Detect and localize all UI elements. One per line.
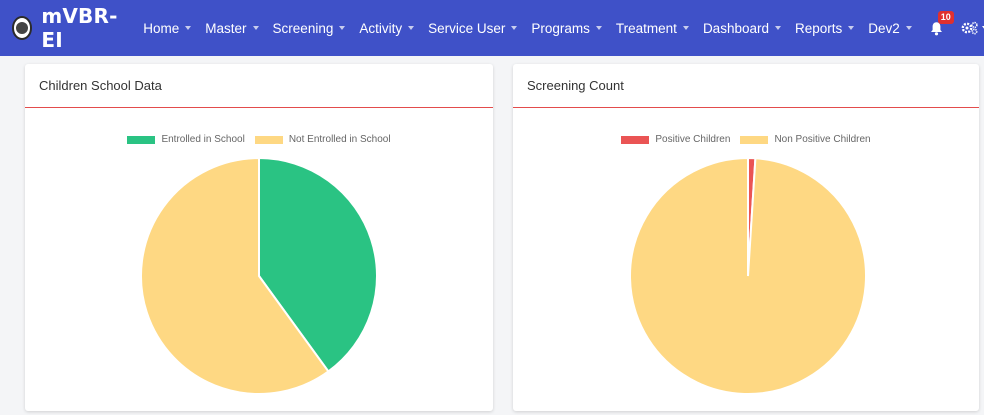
chevron-down-icon: [185, 26, 192, 30]
chevron-down-icon: [252, 26, 259, 30]
nav-treatment[interactable]: Treatment: [616, 21, 689, 36]
school-pie-chart: [140, 156, 378, 395]
nav-dev2-label: Dev2: [868, 20, 900, 36]
chevron-down-icon: [408, 26, 415, 30]
chevron-down-icon: [595, 26, 602, 30]
navbar-actions: 10: [926, 10, 984, 36]
nav-treatment-label: Treatment: [615, 20, 677, 36]
nav-activity-label: Activity: [359, 20, 403, 36]
screening-count-card: Screening Count Positive Children Non Po…: [513, 64, 979, 411]
nav-dashboard[interactable]: Dashboard: [703, 21, 781, 36]
notifications-button[interactable]: 10: [930, 10, 954, 36]
nav-home[interactable]: Home: [143, 20, 192, 36]
nav-service-user[interactable]: Service User: [428, 20, 518, 36]
nav-master[interactable]: Master: [205, 20, 259, 36]
nav-dev2[interactable]: Dev2: [868, 21, 912, 36]
brand-link[interactable]: mVBR-EI: [12, 4, 121, 52]
nav-reports[interactable]: Reports: [794, 20, 855, 36]
screening-pie-chart: [629, 156, 867, 395]
children-school-data-card: Children School Data Entrolled in School…: [25, 64, 493, 411]
nav-home-label: Home: [143, 20, 180, 36]
gear-icon: [961, 21, 978, 35]
settings-menu-button[interactable]: [961, 21, 984, 35]
nav-screening-label: Screening: [272, 20, 334, 36]
brand-name: mVBR-EI: [41, 4, 118, 52]
pie-slice-non-positive-children[interactable]: [629, 156, 867, 395]
chevron-down-icon: [682, 26, 689, 30]
nav-master-label: Master: [205, 20, 247, 36]
nav-service-user-label: Service User: [428, 20, 506, 36]
chevron-down-icon: [848, 26, 855, 30]
nav-reports-label: Reports: [794, 20, 843, 36]
chevron-down-icon: [774, 26, 781, 30]
nav-programs-label: Programs: [531, 20, 590, 36]
top-navbar: mVBR-EI Home Master Screening Activity S…: [0, 0, 984, 56]
chevron-down-icon: [339, 26, 346, 30]
nav-screening[interactable]: Screening: [273, 21, 346, 36]
nav-programs[interactable]: Programs: [531, 21, 602, 36]
chevron-down-icon: [511, 26, 518, 30]
notification-count-badge: 10: [937, 10, 954, 24]
chevron-down-icon: [905, 26, 912, 30]
app-logo-icon: [12, 16, 33, 40]
main-menu: Home Master Screening Activity Service U…: [143, 21, 926, 36]
nav-dashboard-label: Dashboard: [702, 20, 769, 36]
nav-activity[interactable]: Activity: [359, 20, 415, 36]
